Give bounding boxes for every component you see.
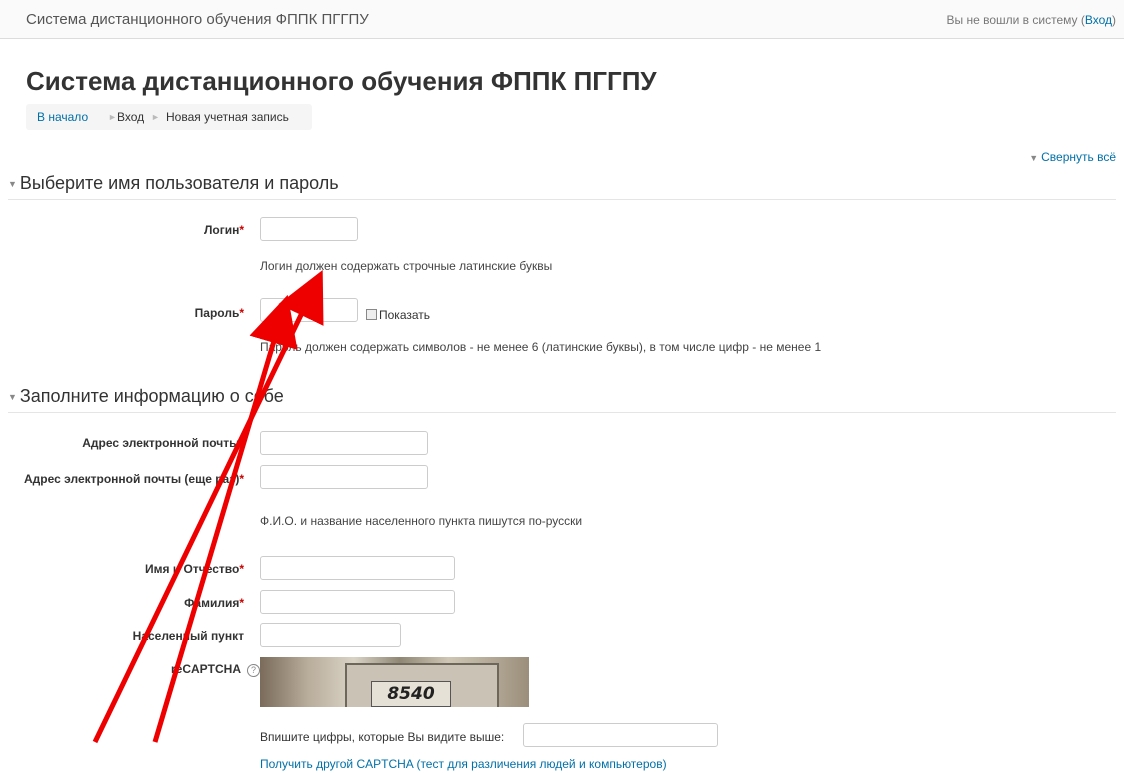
help-icon[interactable]: ?: [247, 664, 260, 677]
login-info: Вы не вошли в систему (Вход): [947, 13, 1117, 27]
password-hint: Пароль должен содержать символов - не ме…: [260, 340, 822, 354]
section-account-legend[interactable]: ▼ Выберите имя пользователя и пароль: [8, 173, 339, 194]
email-repeat-input[interactable]: [260, 465, 428, 489]
lastname-label: Фамилия*: [184, 596, 244, 610]
collapse-all-link[interactable]: ▼ Свернуть всё: [1029, 150, 1116, 164]
email-repeat-label: Адрес электронной почты (еще раз)*: [24, 471, 244, 487]
required-mark: *: [239, 472, 244, 486]
captcha-number: 8540: [371, 681, 451, 707]
captcha-door: 8540: [345, 663, 499, 707]
password-input[interactable]: [260, 298, 358, 322]
login-link[interactable]: Вход: [1085, 13, 1112, 27]
page-title: Система дистанционного обучения ФППК ПГГ…: [26, 66, 657, 96]
recaptcha-label-text: reCAPTCHA: [170, 662, 241, 676]
captcha-refresh-link[interactable]: Получить другой CAPTCHA (тест для различ…: [260, 757, 667, 771]
firstname-label: Имя и Отчество*: [145, 562, 244, 576]
collapse-all-label: Свернуть всё: [1041, 150, 1116, 164]
lastname-input[interactable]: [260, 590, 455, 614]
login-hint: Логин должен содержать строчные латински…: [260, 259, 553, 273]
login-label-text: Логин: [203, 223, 240, 237]
captcha-input[interactable]: [523, 723, 718, 747]
email-repeat-label-text: Адрес электронной почты (еще раз): [24, 472, 240, 486]
password-label-text: Пароль: [194, 306, 240, 320]
login-input[interactable]: [260, 217, 358, 241]
triangle-down-icon: ▼: [8, 179, 17, 190]
login-info-text: Вы не вошли в систему (: [946, 13, 1085, 27]
section-divider: [8, 199, 1116, 200]
recaptcha-label: reCAPTCHA?: [171, 662, 260, 677]
captcha-image: 8540: [260, 657, 529, 707]
name-hint: Ф.И.О. и название населенного пункта пиш…: [260, 514, 583, 528]
lastname-label-text: Фамилия: [184, 596, 240, 610]
firstname-label-text: Имя и Отчество: [144, 562, 240, 576]
email-input[interactable]: [260, 431, 428, 455]
required-mark: *: [239, 306, 244, 320]
city-input[interactable]: [260, 623, 401, 647]
city-label: Населенный пункт: [132, 629, 244, 643]
breadcrumb-separator-icon: ►: [108, 112, 117, 122]
section-divider: [8, 412, 1116, 413]
breadcrumb: В начало ► Вход ► Новая учетная запись: [26, 104, 312, 130]
triangle-down-icon: ▼: [8, 392, 17, 403]
firstname-input[interactable]: [260, 556, 455, 580]
required-mark: *: [239, 436, 244, 450]
section-profile-legend[interactable]: ▼ Заполните информацию о себе: [8, 386, 284, 407]
captcha-prompt: Впишите цифры, которые Вы видите выше:: [260, 730, 505, 744]
show-password-checkbox[interactable]: Показать: [366, 308, 430, 322]
password-label: Пароль*: [195, 306, 244, 320]
email-label-text: Адрес электронной почты: [82, 436, 240, 450]
required-mark: *: [239, 223, 244, 237]
email-label: Адрес электронной почты*: [82, 436, 244, 450]
checkbox-icon[interactable]: [366, 309, 377, 320]
show-password-label: Показать: [379, 308, 431, 322]
breadcrumb-login[interactable]: Вход: [117, 104, 144, 130]
breadcrumb-separator-icon: ►: [151, 112, 160, 122]
top-navbar: Система дистанционного обучения ФППК ПГГ…: [0, 0, 1124, 39]
breadcrumb-home[interactable]: В начало: [37, 104, 88, 130]
login-label: Логин*: [204, 223, 244, 237]
triangle-down-icon: ▼: [1029, 153, 1039, 163]
section-profile-title: Заполните информацию о себе: [19, 386, 284, 406]
breadcrumb-current: Новая учетная запись: [166, 110, 289, 124]
site-brand[interactable]: Система дистанционного обучения ФППК ПГГ…: [26, 11, 369, 28]
required-mark: *: [239, 562, 244, 576]
section-account-title: Выберите имя пользователя и пароль: [19, 173, 339, 193]
login-info-close: ): [1112, 13, 1116, 27]
required-mark: *: [239, 596, 244, 610]
